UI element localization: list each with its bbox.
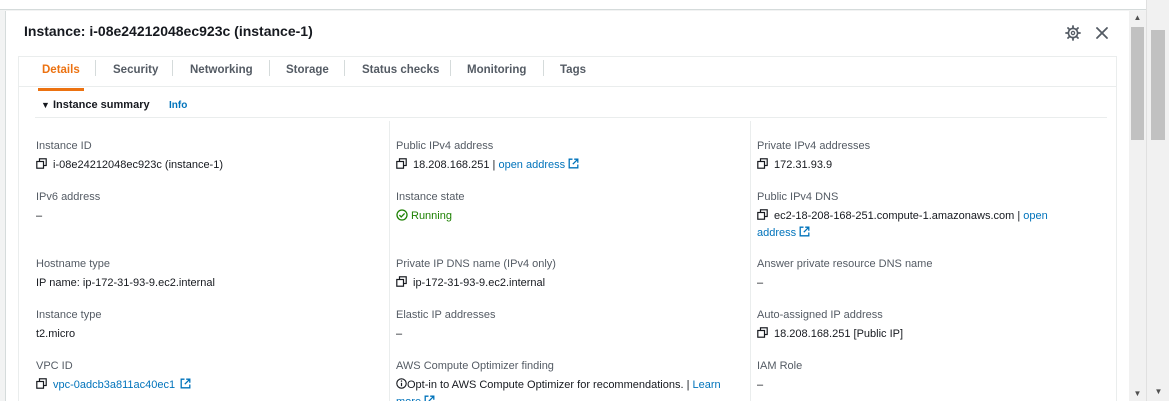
tab-divider <box>95 60 96 76</box>
field-answer-dns: Answer private resource DNS name – <box>757 257 1097 292</box>
field-elastic-ip: Elastic IP addresses – <box>396 308 736 343</box>
tab-monitoring[interactable]: Monitoring <box>467 60 526 90</box>
vpc-id-link[interactable]: vpc-0adcb3a811ac40ec1 <box>53 379 175 391</box>
field-hostname-type: Hostname type IP name: ip-172-31-93-9.ec… <box>36 257 376 292</box>
field-label: Public IPv4 address <box>396 140 494 152</box>
copy-icon[interactable] <box>36 378 47 389</box>
field-label: Hostname type <box>36 258 110 270</box>
tab-tags[interactable]: Tags <box>560 60 586 90</box>
external-link-icon[interactable] <box>799 226 810 237</box>
copy-icon[interactable] <box>396 276 407 287</box>
field-label: Private IPv4 addresses <box>757 140 871 152</box>
private-ipv4-value: 172.31.93.9 <box>774 159 833 171</box>
gear-icon[interactable] <box>1063 23 1083 43</box>
panel-header: Instance: i-08e24212048ec923c (instance-… <box>6 11 1130 56</box>
external-link-icon[interactable] <box>568 158 579 169</box>
copy-icon[interactable] <box>757 158 768 169</box>
open-address-link[interactable]: open address <box>498 159 565 171</box>
field-instance-state: Instance state Running <box>396 190 736 225</box>
separator: | <box>1014 210 1024 222</box>
tab-divider <box>172 60 173 76</box>
info-link[interactable]: Info <box>169 100 187 111</box>
tab-details[interactable]: Details <box>38 60 84 91</box>
instance-summary-toggle[interactable]: ▼ Instance summary <box>41 99 150 111</box>
field-private-ipv4: Private IPv4 addresses 172.31.93.9 <box>757 139 1097 174</box>
copy-icon[interactable] <box>396 158 407 169</box>
page-scroll-thumb[interactable] <box>1151 30 1165 140</box>
field-label: Instance ID <box>36 140 92 152</box>
scroll-up-icon[interactable]: ▲ <box>1129 11 1146 25</box>
public-ipv4-value: 18.208.168.251 <box>413 159 490 171</box>
field-label: AWS Compute Optimizer finding <box>396 360 554 372</box>
separator: | <box>683 379 693 391</box>
tab-divider <box>450 60 451 76</box>
copy-icon[interactable] <box>757 209 768 220</box>
answer-dns-value: – <box>757 277 764 289</box>
section-divider <box>35 117 1107 118</box>
field-instance-id: Instance ID i-08e24212048ec923c (instanc… <box>36 139 376 174</box>
column-divider <box>750 121 751 401</box>
field-label: Instance state <box>396 191 465 203</box>
copy-icon[interactable] <box>36 158 47 169</box>
caret-down-icon: ▼ <box>41 100 50 110</box>
tab-status-checks[interactable]: Status checks <box>362 60 439 90</box>
field-label: Answer private resource DNS name <box>757 258 933 270</box>
field-label: Private IP DNS name (IPv4 only) <box>396 258 556 270</box>
field-label: Elastic IP addresses <box>396 309 496 321</box>
field-label: VPC ID <box>36 360 73 372</box>
tab-security[interactable]: Security <box>113 60 158 90</box>
tabs-container: Details Security Networking Storage Stat… <box>18 56 1117 401</box>
copy-icon[interactable] <box>757 327 768 338</box>
instance-id-value: i-08e24212048ec923c (instance-1) <box>53 159 224 171</box>
tab-networking[interactable]: Networking <box>190 60 253 90</box>
panel-title: Instance: i-08e24212048ec923c (instance-… <box>24 23 313 39</box>
instance-state-value: Running <box>411 210 452 222</box>
top-bar <box>0 0 1169 10</box>
field-label: Auto-assigned IP address <box>757 309 883 321</box>
scroll-down-icon[interactable]: ▼ <box>1129 387 1146 401</box>
iam-role-value: – <box>757 379 764 391</box>
external-link-icon[interactable] <box>424 395 435 401</box>
tab-bar: Details Security Networking Storage Stat… <box>19 57 1116 91</box>
field-compute-optimizer: AWS Compute Optimizer finding Opt-in to … <box>396 359 736 401</box>
field-public-ipv4: Public IPv4 address 18.208.168.251 | ope… <box>396 139 736 174</box>
column-divider <box>389 121 390 401</box>
public-dns-value: ec2-18-208-168-251.compute-1.amazonaws.c… <box>774 210 1015 222</box>
field-label: Instance type <box>36 309 102 321</box>
info-icon <box>396 378 407 389</box>
field-instance-type: Instance type t2.micro <box>36 308 376 343</box>
instance-details-panel: Instance: i-08e24212048ec923c (instance-… <box>5 11 1129 401</box>
field-vpc-id: VPC ID vpc-0adcb3a811ac40ec1 <box>36 359 376 394</box>
elastic-ip-value: – <box>396 328 403 340</box>
tab-divider <box>269 60 270 76</box>
tab-storage[interactable]: Storage <box>286 60 329 90</box>
field-iam-role: IAM Role – <box>757 359 1097 394</box>
hostname-type-value: IP name: ip-172-31-93-9.ec2.internal <box>36 277 215 289</box>
field-private-dns: Private IP DNS name (IPv4 only) ip-172-3… <box>396 257 736 292</box>
field-label: Public IPv4 DNS <box>757 191 839 203</box>
check-circle-icon <box>396 209 408 221</box>
page-scrollbar[interactable]: ▼ <box>1146 0 1169 401</box>
ipv6-value: – <box>36 210 43 222</box>
tab-divider <box>543 60 544 76</box>
private-dns-value: ip-172-31-93-9.ec2.internal <box>413 277 546 289</box>
optimizer-value: Opt-in to AWS Compute Optimizer for reco… <box>407 379 684 391</box>
tab-divider <box>344 60 345 76</box>
auto-ip-value: 18.208.168.251 [Public IP] <box>774 328 904 340</box>
instance-type-value: t2.micro <box>36 328 76 340</box>
close-icon[interactable] <box>1092 23 1112 43</box>
field-auto-ip: Auto-assigned IP address 18.208.168.251 … <box>757 308 1097 343</box>
page-scroll-down-icon[interactable]: ▼ <box>1147 387 1169 401</box>
section-title: Instance summary <box>53 99 150 111</box>
external-link-icon[interactable] <box>180 378 191 389</box>
field-label: IAM Role <box>757 360 803 372</box>
field-public-dns: Public IPv4 DNS ec2-18-208-168-251.compu… <box>757 190 1097 242</box>
field-label: IPv6 address <box>36 191 101 203</box>
scroll-thumb[interactable] <box>1131 27 1144 140</box>
panel-scrollbar[interactable]: ▲ ▼ <box>1129 11 1146 401</box>
field-ipv6: IPv6 address – <box>36 190 376 225</box>
